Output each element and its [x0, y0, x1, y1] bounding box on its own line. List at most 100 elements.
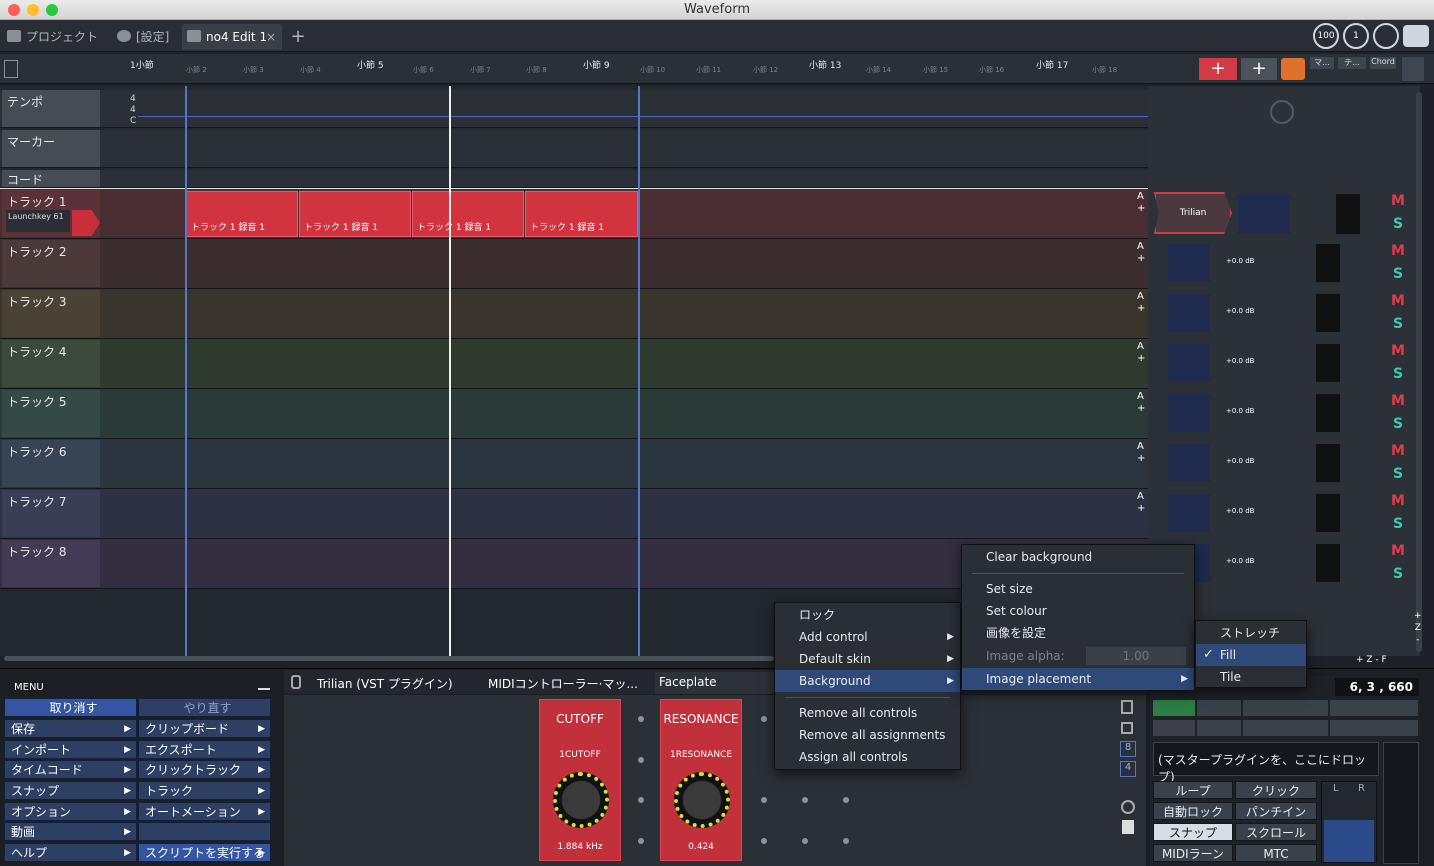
menu-item-set-size[interactable]: Set size — [962, 578, 1194, 600]
master-plugin-drop-zone[interactable]: (マスタープラグインを、ここにドロップ) — [1153, 742, 1379, 784]
click-button[interactable]: クリック — [1235, 781, 1317, 799]
clip[interactable]: トラック 1 録音 1 — [299, 191, 411, 237]
track-header[interactable]: トラック 6 — [2, 440, 100, 487]
tab-edit[interactable]: no4 Edit 1 × — [182, 24, 282, 50]
menu-item-remove-all-controls[interactable]: Remove all controls — [775, 702, 960, 724]
solo-button[interactable]: S — [1388, 264, 1408, 284]
add-automation-icon[interactable]: + — [1137, 353, 1145, 365]
vertical-scrollbar[interactable] — [1416, 92, 1422, 652]
zoom-controls[interactable]: + Z - — [1414, 610, 1422, 646]
menu-item-assign-all-controls[interactable]: Assign all controls — [775, 746, 960, 768]
automation-toggle[interactable]: A + — [1137, 291, 1145, 315]
clip[interactable]: トラック 1 録音 1 — [525, 191, 638, 237]
solo-button[interactable]: S — [1388, 314, 1408, 334]
empty-slot-dot[interactable] — [802, 838, 808, 844]
automation-toggle[interactable]: A + — [1137, 191, 1145, 215]
play-circle-icon[interactable] — [1121, 800, 1135, 814]
automation-toggle[interactable]: A + — [1137, 441, 1145, 465]
mute-button[interactable]: M — [1388, 191, 1408, 211]
solo-button[interactable]: S — [1388, 564, 1408, 584]
zoom-out-icon[interactable]: - — [1414, 634, 1422, 646]
tempo-lane-header[interactable]: テンポ — [2, 90, 100, 127]
tempo-toggle-button[interactable]: テ... — [1338, 57, 1366, 69]
auto-lock-button[interactable]: 自動ロック — [1153, 802, 1233, 820]
zoom-row[interactable]: + Z - F — [1356, 655, 1387, 665]
track-row[interactable]: トラック 4 — [0, 339, 1148, 389]
clock-icon[interactable] — [1373, 23, 1399, 49]
marker-lane[interactable]: マーカー — [0, 130, 1148, 168]
scroll-button[interactable]: スクロール — [1235, 823, 1317, 841]
menu-item-snap[interactable]: スナップ ▶ — [4, 781, 137, 800]
automation-toggle[interactable]: A + — [1137, 491, 1145, 515]
record-mode-icon[interactable] — [1281, 58, 1305, 80]
zoom-window-icon[interactable] — [46, 4, 58, 16]
solo-button[interactable]: S — [1388, 514, 1408, 534]
automation-toggle[interactable]: A + — [1137, 391, 1145, 415]
fast-forward-button[interactable] — [1330, 720, 1418, 736]
add-automation-icon[interactable]: + — [1137, 453, 1145, 465]
add-automation-icon[interactable]: + — [1137, 503, 1145, 515]
menu-item-timecode[interactable]: タイムコード ▶ — [4, 760, 137, 779]
lock-icon[interactable] — [291, 675, 301, 689]
menu-item-remove-all-assignments[interactable]: Remove all assignments — [775, 724, 960, 746]
menu-item-set-image[interactable]: 画像を設定 — [962, 622, 1194, 644]
sidebar-toggle-icon[interactable] — [4, 60, 18, 78]
track-row[interactable]: トラック 6 — [0, 439, 1148, 489]
clip[interactable]: トラック 1 録音 1 — [412, 191, 524, 237]
latency-gauge[interactable]: 1 — [1343, 23, 1369, 49]
rewind-to-start-button[interactable] — [1197, 720, 1241, 736]
track-header[interactable]: トラック 2 — [2, 240, 100, 287]
chord-lane[interactable]: コード — [0, 170, 1148, 188]
mute-button[interactable]: M — [1388, 541, 1408, 561]
midi-learn-button[interactable]: MIDIラーン — [1153, 844, 1233, 862]
add-tab-button[interactable]: + — [286, 24, 310, 50]
add-automation-icon[interactable]: + — [1137, 403, 1145, 415]
add-automation-icon[interactable]: + — [1137, 253, 1145, 265]
warning-icon[interactable] — [1153, 720, 1195, 736]
resonance-knob[interactable] — [674, 772, 730, 828]
minimize-window-icon[interactable] — [27, 4, 39, 16]
add-track-button[interactable]: + — [1199, 58, 1237, 80]
stop-record-button[interactable] — [1197, 700, 1241, 716]
mute-button[interactable]: M — [1388, 291, 1408, 311]
track-row[interactable]: トラック 7 — [0, 489, 1148, 539]
marker-lane-header[interactable]: マーカー — [2, 130, 100, 167]
master-icon[interactable] — [1270, 100, 1294, 124]
menu-item-export[interactable]: エクスポート ▶ — [138, 740, 271, 759]
menu-item-run-script[interactable]: スクリプトを実行する ▶ — [138, 843, 271, 862]
empty-slot-dot[interactable] — [638, 838, 644, 844]
midi-input-box[interactable]: Launchkey 61 — [6, 210, 70, 232]
punch-in-button[interactable]: パンチイン — [1235, 802, 1317, 820]
knob-card-cutoff[interactable]: CUTOFF 1CUTOFF 1.884 kHz — [539, 699, 621, 861]
menu-item-background[interactable]: Background ▶ — [775, 670, 960, 692]
record-arm-button[interactable] — [72, 210, 100, 236]
volume-plugin[interactable] — [1168, 394, 1210, 432]
volume-plugin[interactable] — [1168, 244, 1210, 282]
volume-plugin[interactable] — [1238, 194, 1290, 234]
mute-button[interactable]: M — [1388, 391, 1408, 411]
cpu-gauge[interactable]: 100 — [1313, 23, 1339, 49]
volume-plugin[interactable] — [1168, 294, 1210, 332]
chord-toggle-button[interactable]: Chord — [1370, 57, 1396, 69]
track-header[interactable]: トラック 5 — [2, 390, 100, 437]
timeline-ruler[interactable]: 1小節 小節 5 小節 9 小節 13 小節 17 小節 2 小節 3 小節 4… — [0, 54, 1434, 84]
lock-icon[interactable] — [1121, 700, 1133, 714]
empty-slot-dot[interactable] — [761, 838, 767, 844]
loop-button[interactable]: ループ — [1153, 781, 1233, 799]
empty-slot-dot[interactable] — [802, 797, 808, 803]
track-row[interactable]: トラック 1 Launchkey 61 トラック 1 録音 1 トラック 1 録… — [0, 189, 1148, 239]
arm-button[interactable] — [1153, 700, 1195, 716]
close-window-icon[interactable] — [8, 4, 20, 16]
cutoff-knob[interactable] — [553, 772, 609, 828]
loop-end-marker[interactable] — [638, 86, 640, 656]
chord-lane-header[interactable]: コード — [2, 170, 100, 187]
menu-item-video[interactable]: 動画 ▶ — [4, 822, 137, 841]
solo-button[interactable]: S — [1388, 214, 1408, 234]
tab-faceplate[interactable]: Faceplate — [655, 672, 775, 694]
menu-item-help[interactable]: ヘルプ ▶ — [4, 843, 137, 862]
track-header[interactable]: トラック 8 — [2, 540, 100, 587]
add-automation-icon[interactable]: + — [1137, 303, 1145, 315]
tab-midi-controller[interactable]: MIDIコントローラー·マッ... — [488, 675, 638, 692]
menu-item-fill[interactable]: ✓ Fill — [1196, 644, 1306, 666]
menu-item-track[interactable]: トラック ▶ — [138, 781, 271, 800]
